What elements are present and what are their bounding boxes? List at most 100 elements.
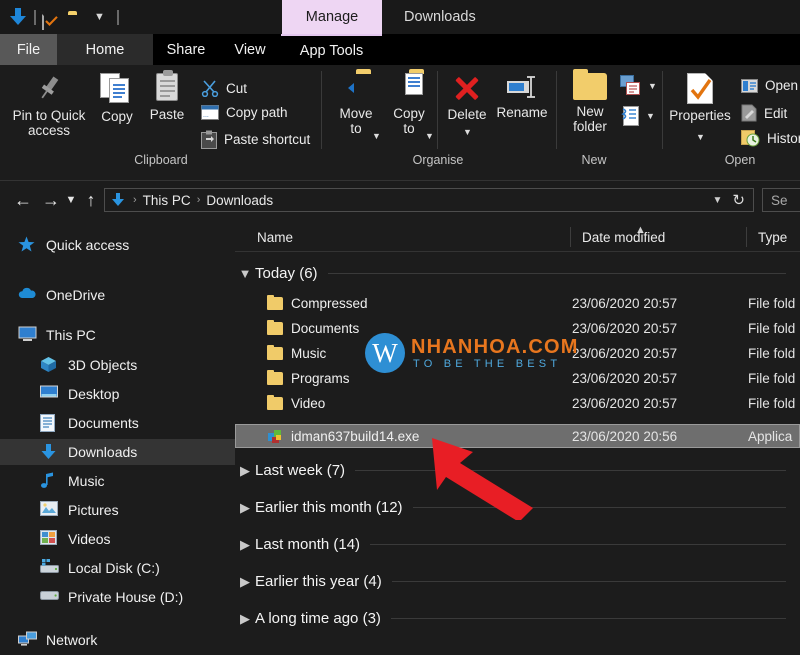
chevron-right-icon[interactable]: ▶ — [235, 574, 255, 590]
ribbon-delete[interactable]: Delete ▼ — [442, 73, 492, 122]
ribbon-cut-label: Cut — [226, 81, 247, 96]
chevron-right-icon[interactable]: ▶ — [235, 500, 255, 516]
chevron-right-icon[interactable]: ▶ — [235, 463, 255, 479]
sidebar-item-private-house-d[interactable]: Private House (D:) — [0, 584, 235, 610]
group-header-earlier-this-month[interactable]: ▶ Earlier this month (12) — [235, 492, 800, 523]
column-header-row: Name ▲ Date modified Type — [235, 222, 800, 252]
refresh-icon[interactable]: ↻ — [732, 191, 745, 209]
tab-home[interactable]: Home — [57, 34, 153, 65]
tab-view[interactable]: View — [219, 34, 281, 65]
sidebar-item-documents[interactable]: Documents — [0, 410, 235, 436]
ribbon-divider-3 — [556, 71, 557, 149]
paste-icon — [156, 73, 178, 101]
rename-icon — [504, 73, 540, 101]
tab-app-tools[interactable]: App Tools — [281, 34, 382, 65]
column-header-date-modified[interactable]: Date modified — [570, 222, 746, 252]
cloud-icon — [18, 286, 38, 304]
back-arrow-icon[interactable]: ← — [10, 182, 36, 218]
sidebar-item-videos[interactable]: Videos — [0, 526, 235, 552]
new-folder-icon[interactable] — [68, 6, 88, 28]
chevron-down-icon[interactable]: ▼ — [648, 81, 657, 91]
ribbon-paste[interactable]: Paste — [144, 73, 190, 122]
sidebar-item-pictures[interactable]: Pictures — [0, 497, 235, 523]
ribbon-tab-bar: File Home Share View App Tools — [0, 34, 800, 65]
download-icon — [40, 443, 60, 461]
sidebar-item-quick-access[interactable]: Quick access — [0, 232, 235, 258]
folder-icon — [267, 372, 283, 385]
tab-share[interactable]: Share — [153, 34, 219, 65]
delete-x-icon — [450, 73, 484, 103]
sidebar-item-3d-objects[interactable]: 3D Objects — [0, 352, 235, 378]
table-row[interactable]: Documents 23/06/2020 20:57 File fold — [235, 317, 800, 340]
ribbon-rename[interactable]: Rename — [494, 73, 550, 120]
table-row[interactable]: Compressed 23/06/2020 20:57 File fold — [235, 292, 800, 315]
group-header-last-week[interactable]: ▶ Last week (7) — [235, 455, 800, 486]
tab-file[interactable]: File — [0, 34, 57, 65]
chevron-right-icon[interactable]: ▶ — [235, 537, 255, 553]
group-header-a-long-time-ago[interactable]: ▶ A long time ago (3) — [235, 603, 800, 634]
breadcrumb-this-pc[interactable]: This PC — [143, 193, 191, 208]
ribbon-move-to[interactable]: Move to ▼ — [332, 73, 380, 136]
file-name: Music — [291, 346, 326, 361]
ribbon-new-folder[interactable]: New folder — [565, 73, 615, 134]
chevron-right-icon[interactable]: ▶ — [235, 611, 255, 627]
video-icon — [40, 530, 60, 548]
column-header-type[interactable]: Type — [746, 222, 800, 252]
breadcrumb-downloads[interactable]: Downloads — [206, 193, 273, 208]
sidebar-item-desktop[interactable]: Desktop — [0, 381, 235, 407]
sidebar-item-downloads[interactable]: Downloads — [0, 439, 235, 465]
chevron-down-icon[interactable]: ▼ — [696, 130, 705, 145]
ribbon-history[interactable]: Histor — [741, 129, 800, 147]
ribbon-easy-access-dropdown[interactable]: ▼ — [620, 105, 655, 127]
ribbon-properties[interactable]: Properties ▼ — [667, 73, 733, 123]
orange-check-icon — [45, 16, 58, 26]
ribbon-copy[interactable]: Copy — [95, 73, 139, 124]
desktop-icon — [40, 385, 60, 403]
ribbon-open[interactable]: Open — [741, 78, 798, 93]
chevron-down-icon[interactable]: ▼ — [235, 266, 255, 281]
search-input[interactable]: Se — [762, 188, 800, 212]
address-dropdown-chevron-icon[interactable]: ▼ — [713, 195, 723, 206]
table-row[interactable]: Programs 23/06/2020 20:57 File fold — [235, 367, 800, 390]
chevron-down-icon[interactable]: ▼ — [425, 129, 434, 144]
breadcrumb-separator: › — [133, 194, 137, 206]
sidebar-item-network[interactable]: Network — [0, 627, 235, 653]
contextual-tab-manage[interactable]: Manage — [282, 0, 382, 34]
ribbon-cut[interactable]: Cut — [201, 79, 247, 97]
ribbon-group-open-label: Open — [700, 153, 780, 167]
group-header-last-month[interactable]: ▶ Last month (14) — [235, 529, 800, 560]
file-date: 23/06/2020 20:57 — [572, 296, 677, 311]
properties-icon[interactable] — [42, 6, 62, 28]
ribbon-divider-1 — [321, 71, 322, 149]
group-header-earlier-this-year[interactable]: ▶ Earlier this year (4) — [235, 566, 800, 597]
ribbon-pin-to-quick-access[interactable]: Pin to Quick access — [8, 73, 90, 138]
table-row-selected[interactable]: idman637build14.exe 23/06/2020 20:56 App… — [235, 424, 800, 448]
ribbon-new-item-dropdown[interactable]: ▼ — [620, 75, 657, 97]
download-icon[interactable] — [8, 6, 28, 28]
table-row[interactable]: Music 23/06/2020 20:57 File fold — [235, 342, 800, 365]
ribbon-edit[interactable]: Edit — [741, 104, 787, 122]
ribbon-paste-shortcut[interactable]: Paste shortcut — [201, 130, 310, 149]
chevron-down-icon[interactable]: ▼ — [94, 12, 105, 23]
chevron-down-icon[interactable]: ▼ — [646, 111, 655, 121]
forward-arrow-icon[interactable]: → — [38, 182, 64, 218]
column-header-name[interactable]: Name — [245, 222, 570, 252]
sidebar-item-music[interactable]: Music — [0, 468, 235, 494]
chevron-down-icon[interactable]: ▼ — [463, 125, 472, 140]
ribbon-copy-path[interactable]: ... Copy path — [201, 105, 288, 120]
recent-locations-chevron-icon[interactable]: ▼ — [62, 182, 80, 218]
file-name: Programs — [291, 371, 350, 386]
sidebar-item-this-pc[interactable]: This PC — [0, 322, 235, 348]
table-row[interactable]: Video 23/06/2020 20:57 File fold — [235, 392, 800, 415]
edit-icon — [741, 104, 757, 122]
sidebar-item-local-disk-c[interactable]: Local Disk (C:) — [0, 555, 235, 581]
drive-icon — [40, 588, 60, 606]
sidebar-item-onedrive[interactable]: OneDrive — [0, 282, 235, 308]
address-path-box[interactable]: › This PC › Downloads ▼ ↻ — [104, 188, 754, 212]
group-divider-line — [413, 507, 786, 508]
up-arrow-icon[interactable]: ↑ — [80, 182, 102, 218]
svg-text:...: ... — [203, 112, 209, 119]
group-header-today[interactable]: ▼ Today (6) — [235, 258, 800, 289]
chevron-down-icon[interactable]: ▼ — [372, 129, 381, 144]
ribbon-copy-to[interactable]: Copy to ▼ — [385, 73, 433, 136]
